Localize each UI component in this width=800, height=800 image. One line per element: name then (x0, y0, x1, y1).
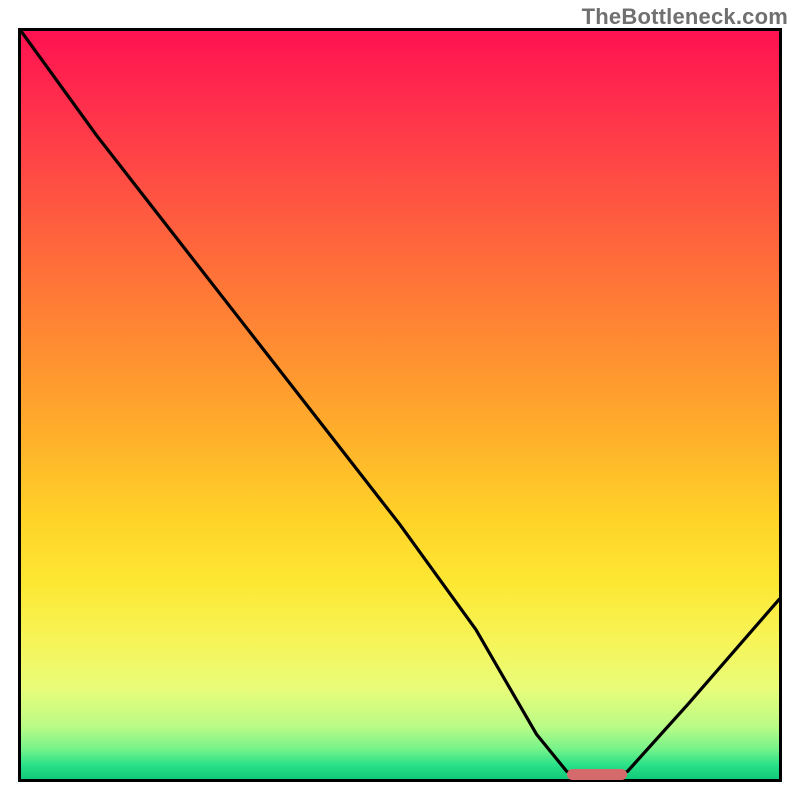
chart-container: TheBottleneck.com (0, 0, 800, 800)
watermark-text: TheBottleneck.com (582, 4, 788, 30)
plot-frame (18, 28, 782, 782)
gradient-background (21, 31, 779, 779)
minimum-marker (567, 769, 628, 780)
